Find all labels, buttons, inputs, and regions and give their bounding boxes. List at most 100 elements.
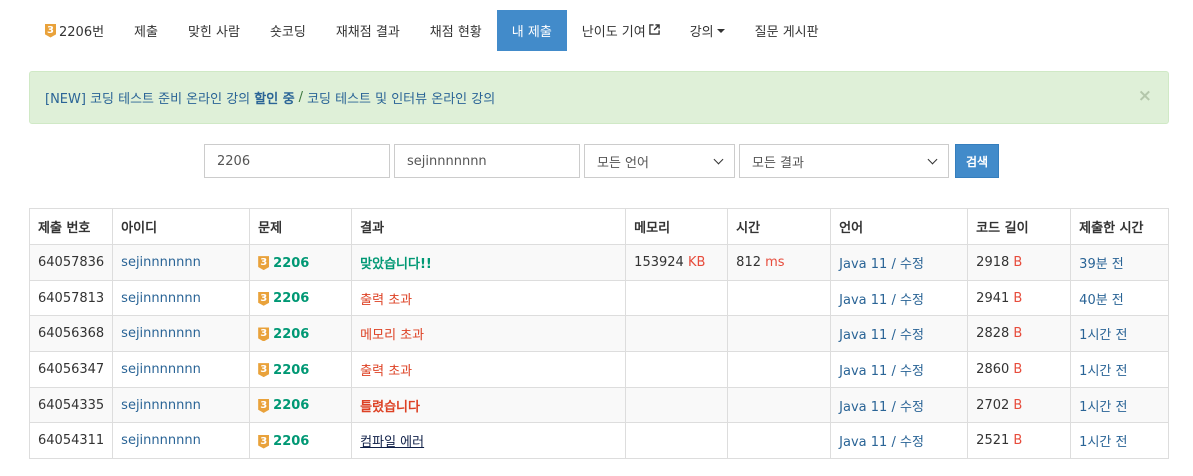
status-search-form: 2206 sejinnnnnnn 모든 언어 모든 결과 검색 — [204, 144, 999, 178]
tab-lecture-dropdown[interactable]: 강의 — [675, 10, 740, 51]
code-length-cell: 2702 B — [967, 386, 1072, 424]
edit-link[interactable]: 수정 — [900, 400, 924, 415]
user-link[interactable]: sejinnnnnnn — [121, 255, 201, 270]
user-id-input[interactable]: sejinnnnnnn — [394, 144, 580, 178]
problem-number: 2206 — [273, 326, 310, 342]
language-cell: Java 11 / 수정 — [830, 386, 969, 424]
submitted-time-link[interactable]: 1시간 전 — [1079, 435, 1127, 450]
chevron-down-icon — [927, 154, 938, 164]
submission-id: 64057813 — [28, 279, 114, 317]
code-length-unit: B — [1013, 397, 1023, 413]
language-select[interactable]: 모든 언어 — [584, 144, 735, 178]
alert-lecture-link[interactable]: [NEW] 코딩 테스트 준비 온라인 강의 할인 중 — [45, 88, 295, 107]
problem-link[interactable]: 3 2206 — [258, 327, 309, 342]
tab-rejudge-results[interactable]: 재채점 결과 — [321, 10, 415, 51]
tier-badge-icon: 3 — [45, 23, 56, 38]
time-cell — [727, 315, 832, 353]
tab-judge-status[interactable]: 채점 현황 — [415, 10, 497, 51]
code-length-value: 2521 — [976, 433, 1010, 449]
tab-question-board[interactable]: 질문 게시판 — [740, 10, 834, 51]
lang-separator: / — [891, 292, 896, 308]
edit-link[interactable]: 수정 — [900, 293, 924, 308]
edit-link[interactable]: 수정 — [900, 328, 924, 343]
language-link[interactable]: Java 11 — [839, 364, 887, 379]
problem-link[interactable]: 3 2206 — [258, 398, 309, 413]
problem-id-input[interactable]: 2206 — [204, 144, 390, 178]
code-length-value: 2828 — [976, 326, 1010, 342]
language-link[interactable]: Java 11 — [839, 435, 887, 450]
tier-badge-icon: 3 — [258, 398, 270, 413]
table-row: 64057836 sejinnnnnnn 3 2206 맞았습니다!! 153924 KB… — [28, 244, 1169, 281]
tab-problem[interactable]: 3 2206번 — [30, 10, 119, 51]
tier-badge-icon: 3 — [258, 363, 270, 378]
tab-short-coding[interactable]: 숏코딩 — [255, 10, 321, 51]
problem-link[interactable]: 3 2206 — [258, 291, 309, 306]
table-header-row: 제출 번호 아이디 문제 결과 메모리 시간 언어 코드 길이 제출한 시간 — [28, 208, 1169, 245]
memory-cell — [625, 386, 729, 424]
tab-difficulty-contribution[interactable]: 난이도 기여 — [567, 10, 675, 51]
chevron-down-icon — [713, 154, 724, 164]
submitted-time-link[interactable]: 1시간 전 — [1079, 400, 1127, 415]
problem-number: 2206 — [273, 434, 310, 450]
language-link[interactable]: Java 11 — [839, 293, 887, 308]
problem-number: 2206 — [273, 255, 310, 271]
memory-cell — [625, 315, 729, 353]
promo-alert: [NEW] 코딩 테스트 준비 온라인 강의 할인 중 / 코딩 테스트 및 인… — [29, 71, 1169, 124]
problem-link[interactable]: 3 2206 — [258, 363, 309, 378]
user-link[interactable]: sejinnnnnnn — [121, 291, 201, 306]
submitted-time-link[interactable]: 1시간 전 — [1079, 364, 1127, 379]
language-link[interactable]: Java 11 — [839, 400, 887, 415]
problem-number: 2206 — [273, 291, 310, 307]
memory-cell — [625, 422, 729, 460]
code-length-cell: 2521 B — [967, 422, 1072, 460]
submitted-time-link[interactable]: 1시간 전 — [1079, 328, 1127, 343]
problem-link[interactable]: 3 2206 — [258, 256, 309, 271]
user-link[interactable]: sejinnnnnnn — [121, 433, 201, 448]
problem-number: 2206 — [273, 362, 310, 378]
time-unit: ms — [765, 254, 785, 270]
edit-link[interactable]: 수정 — [900, 257, 924, 272]
result-text[interactable]: 컴파일 에러 — [360, 435, 424, 450]
user-link[interactable]: sejinnnnnnn — [121, 362, 201, 377]
user-link[interactable]: sejinnnnnnn — [121, 398, 201, 413]
language-select-value: 모든 언어 — [597, 155, 649, 171]
external-link-icon — [648, 23, 660, 38]
alert-interview-link[interactable]: 코딩 테스트 및 인터뷰 온라인 강의 — [307, 88, 495, 107]
code-length-unit: B — [1013, 361, 1023, 377]
caret-down-icon — [716, 28, 725, 33]
tab-submit[interactable]: 제출 — [119, 10, 173, 51]
result-select[interactable]: 모든 결과 — [739, 144, 949, 178]
language-link[interactable]: Java 11 — [839, 257, 887, 272]
submitted-time-link[interactable]: 40분 전 — [1079, 293, 1124, 308]
edit-link[interactable]: 수정 — [900, 435, 924, 450]
language-cell: Java 11 / 수정 — [830, 315, 969, 353]
submitted-time-link[interactable]: 39분 전 — [1079, 257, 1124, 272]
col-code-length: 코드 길이 — [967, 208, 1072, 245]
code-length-unit: B — [1013, 326, 1023, 342]
result-text: 출력 초과 — [360, 292, 413, 308]
time-cell — [727, 386, 832, 424]
close-icon[interactable]: × — [1138, 86, 1152, 106]
lang-separator: / — [891, 256, 896, 272]
result-text: 메모리 초과 — [360, 328, 425, 344]
submission-table: 제출 번호 아이디 문제 결과 메모리 시간 언어 코드 길이 제출한 시간 6… — [28, 208, 1169, 460]
lang-separator: / — [891, 399, 896, 415]
lang-separator: / — [891, 328, 896, 344]
tab-my-submissions[interactable]: 내 제출 — [496, 10, 567, 51]
col-time: 시간 — [727, 208, 832, 245]
tab-solved-users[interactable]: 맞힌 사람 — [173, 10, 255, 51]
problem-link[interactable]: 3 2206 — [258, 434, 309, 449]
tier-badge-icon: 3 — [258, 434, 270, 449]
user-link[interactable]: sejinnnnnnn — [121, 326, 201, 341]
code-length-cell: 2860 B — [967, 351, 1072, 388]
language-link[interactable]: Java 11 — [839, 328, 887, 343]
result-text: 틀렸습니다 — [360, 399, 420, 415]
alert-prefix-text: [NEW] 코딩 테스트 준비 온라인 강의 — [45, 92, 255, 107]
memory-value: 153924 — [634, 254, 684, 270]
search-button[interactable]: 검색 — [955, 144, 999, 178]
tab-problem-label: 2206번 — [59, 25, 105, 40]
memory-cell: 153924 KB — [625, 244, 729, 281]
code-length-cell: 2941 B — [967, 279, 1072, 317]
language-cell: Java 11 / 수정 — [830, 351, 969, 388]
edit-link[interactable]: 수정 — [900, 364, 924, 379]
